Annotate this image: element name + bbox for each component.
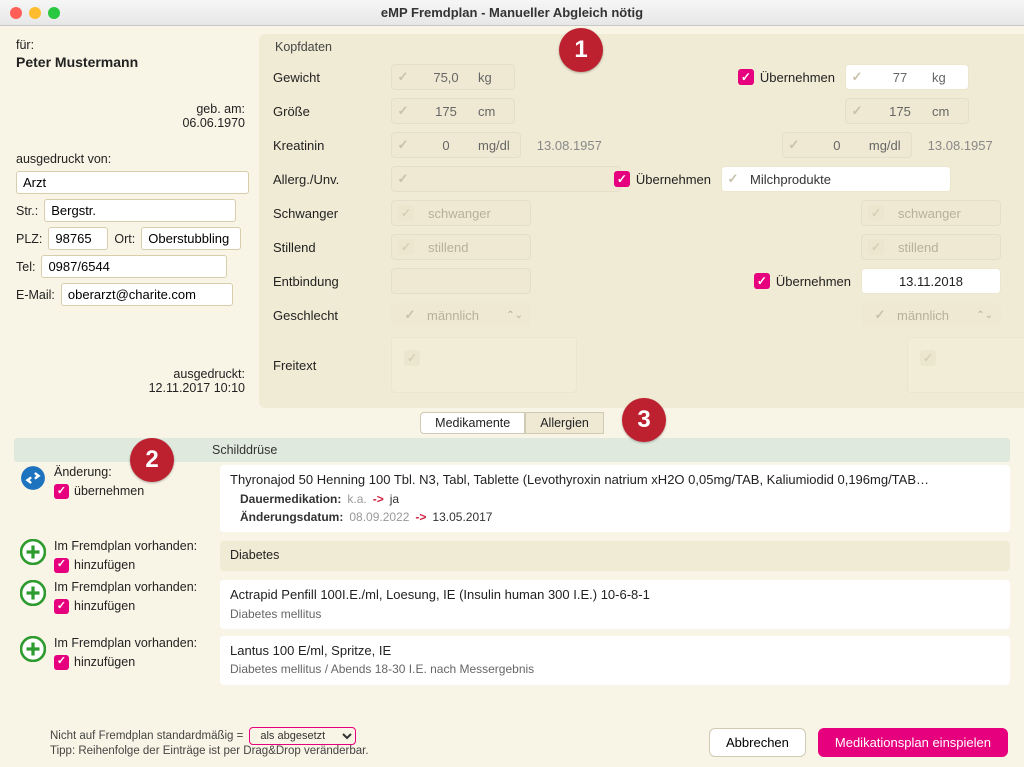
plz-field[interactable] <box>48 227 108 250</box>
street-field[interactable] <box>44 199 236 222</box>
schwanger-right: schwanger <box>861 200 1001 226</box>
change-icon <box>20 465 46 491</box>
fremdplan-label: Im Fremdplan vorhanden: <box>54 636 197 652</box>
group-diabetes: Diabetes <box>220 541 1010 571</box>
street-label: Str.: <box>16 204 38 218</box>
patient-name: Peter Mustermann <box>16 54 249 70</box>
groesse-left: ✓cm <box>391 98 515 124</box>
printed-at-label: ausgedruckt: <box>16 367 245 381</box>
printed-at-value: 12.11.2017 10:10 <box>16 381 245 395</box>
zoom-icon[interactable] <box>48 7 60 19</box>
allerg-uebernehmen-checkbox[interactable] <box>614 171 630 187</box>
default-mode-select[interactable]: als abgesetzt <box>249 727 356 745</box>
titlebar: eMP Fremdplan - Manueller Abgleich nötig <box>0 0 1024 26</box>
callout-3: 3 <box>622 398 666 442</box>
med3-title: Lantus 100 E/ml, Spritze, IE <box>230 642 1000 660</box>
ort-label: Ort: <box>114 232 135 246</box>
printed-by-name-field[interactable] <box>16 171 249 194</box>
hinzufuegen-checkbox[interactable] <box>54 655 69 670</box>
add-icon <box>20 636 46 662</box>
entbindung-uebernehmen-checkbox[interactable] <box>754 273 770 289</box>
window-title: eMP Fremdplan - Manueller Abgleich nötig <box>0 5 1024 20</box>
allerg-right[interactable]: ✓ <box>721 166 951 192</box>
add-icon <box>20 580 46 606</box>
freitext-label: Freitext <box>273 358 391 373</box>
default-mode-label: Nicht auf Fremdplan standardmäßig = <box>50 730 243 742</box>
cancel-button[interactable]: Abbrechen <box>709 728 806 757</box>
med2-sub: Diabetes mellitus <box>230 606 1000 622</box>
hinzufuegen-checkbox[interactable] <box>54 558 69 573</box>
allerg-label: Allerg./Unv. <box>273 172 391 187</box>
med-row-3[interactable]: Im Fremdplan vorhanden: hinzufügen Lantu… <box>14 633 1010 689</box>
tab-allergien[interactable]: Allergien <box>525 412 604 434</box>
born-value: 06.06.1970 <box>16 116 245 130</box>
kreatinin-left: ✓mg/dl <box>391 132 521 158</box>
medication-list: 2 Schilddrüse Änderung: übernehmen Thyro… <box>10 436 1014 723</box>
geschlecht-label: Geschlecht <box>273 308 391 323</box>
ort-field[interactable] <box>141 227 241 250</box>
plz-label: PLZ: <box>16 232 42 246</box>
tab-medikamente[interactable]: Medikamente <box>420 412 525 434</box>
med-row-2[interactable]: Im Fremdplan vorhanden: hinzufügen Actra… <box>14 577 1010 633</box>
freitext-left <box>391 337 577 393</box>
kreatinin-label: Kreatinin <box>273 138 391 153</box>
schwanger-label: Schwanger <box>273 206 391 221</box>
callout-1: 1 <box>559 28 603 72</box>
geschlecht-right: ✓männlich⌃⌄ <box>861 303 1001 327</box>
groesse-label: Größe <box>273 104 391 119</box>
group-row-diabetes: Im Fremdplan vorhanden: hinzufügen Diabe… <box>14 536 1010 577</box>
gewicht-label: Gewicht <box>273 70 391 85</box>
tip-label: Tipp: Reihenfolge der Einträge ist per D… <box>50 745 369 757</box>
geschlecht-left: ✓männlich⌃⌄ <box>391 303 531 327</box>
entbindung-left <box>391 268 531 294</box>
gewicht-right[interactable]: ✓kg <box>845 64 969 90</box>
entbindung-right[interactable]: 13.11.2018 <box>861 268 1001 294</box>
entbindung-label: Entbindung <box>273 274 391 289</box>
email-label: E-Mail: <box>16 288 55 302</box>
patient-panel: für: Peter Mustermann geb. am: 06.06.197… <box>10 34 249 408</box>
for-label: für: <box>16 38 249 52</box>
printed-by-label: ausgedruckt von: <box>16 152 249 166</box>
med2-title: Actrapid Penfill 100I.E./ml, Loesung, IE… <box>230 586 1000 604</box>
minimize-icon[interactable] <box>29 7 41 19</box>
stillend-left: stillend <box>391 234 531 260</box>
born-label: geb. am: <box>16 102 245 116</box>
allerg-left: ✓ <box>391 166 621 192</box>
apply-button[interactable]: Medikationsplan einspielen <box>818 728 1008 757</box>
kreatinin-right: ✓mg/dl <box>782 132 912 158</box>
freitext-right <box>907 337 1024 393</box>
add-icon <box>20 539 46 565</box>
kopfdaten-label: Kopfdaten <box>275 40 1024 54</box>
callout-2: 2 <box>130 438 174 482</box>
tel-field[interactable] <box>41 255 227 278</box>
tel-label: Tel: <box>16 260 35 274</box>
close-icon[interactable] <box>10 7 22 19</box>
med3-sub: Diabetes mellitus / Abends 18-30 I.E. na… <box>230 661 1000 677</box>
footer: Nicht auf Fremdplan standardmäßig = als … <box>10 723 1014 761</box>
email-field[interactable] <box>61 283 233 306</box>
gewicht-uebernehmen-checkbox[interactable] <box>738 69 754 85</box>
uebernehmen-checkbox[interactable] <box>54 484 69 499</box>
groesse-right: ✓cm <box>845 98 969 124</box>
kopfdaten-panel: 1 Kopfdaten Gewicht ✓kg Übernehmen ✓kg G… <box>259 34 1024 408</box>
fremdplan-label: Im Fremdplan vorhanden: <box>54 580 197 596</box>
gewicht-left: ✓kg <box>391 64 515 90</box>
fremdplan-label: Im Fremdplan vorhanden: <box>54 539 197 555</box>
med1-title: Thyronajod 50 Henning 100 Tbl. N3, Tabl,… <box>230 471 1000 489</box>
hinzufuegen-checkbox[interactable] <box>54 599 69 614</box>
stillend-label: Stillend <box>273 240 391 255</box>
window-controls <box>10 7 60 19</box>
schwanger-left: schwanger <box>391 200 531 226</box>
stillend-right: stillend <box>861 234 1001 260</box>
tab-bar: Medikamente Allergien 3 <box>10 412 1014 434</box>
